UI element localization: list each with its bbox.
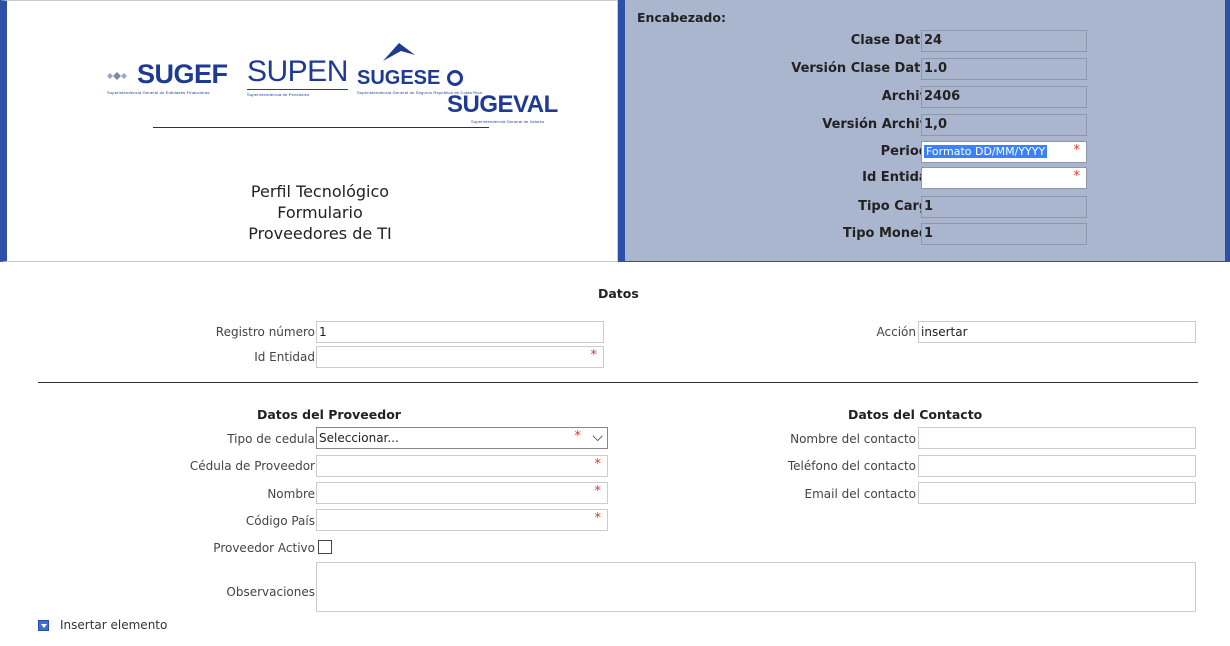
telefono-contacto-input[interactable] xyxy=(918,455,1196,477)
tipo-carga-row: Tipo Carga 1 xyxy=(625,196,1225,218)
tipo-cedula-label: Tipo de cedula xyxy=(227,432,315,446)
logo-divider xyxy=(153,127,489,128)
sugef-logo: SUGEF Superintendencia General de Entida… xyxy=(107,59,228,95)
encabezado-panel: Encabezado: Clase Datos 24 Versión Clase… xyxy=(618,0,1230,262)
logo-panel: SUGEF Superintendencia General de Entida… xyxy=(0,0,618,262)
id-entidad-input[interactable]: * xyxy=(316,346,604,368)
required-marker: * xyxy=(594,511,602,526)
email-contacto-label: Email del contacto xyxy=(804,487,916,501)
periodo-placeholder: Formato DD/MM/YYYY xyxy=(924,145,1048,158)
clase-datos-field: 24 xyxy=(921,30,1087,52)
required-marker: * xyxy=(1073,143,1081,158)
proveedor-activo-label: Proveedor Activo xyxy=(213,541,315,555)
form-title: Perfil Tecnológico Formulario Proveedore… xyxy=(248,182,392,243)
encabezado-label: Encabezado: xyxy=(637,10,726,25)
accion-input[interactable]: insertar xyxy=(918,321,1196,343)
sugese-bird-icon xyxy=(383,43,415,61)
required-marker: * xyxy=(594,457,602,472)
nombre-contacto-input[interactable] xyxy=(918,427,1196,449)
contacto-title: Datos del Contacto xyxy=(848,407,983,422)
institution-logos: SUGEF Superintendencia General de Entida… xyxy=(107,41,567,124)
tipo-moneda-row: Tipo Moneda 1 xyxy=(625,223,1225,245)
proveedor-activo-checkbox[interactable] xyxy=(318,540,332,554)
observaciones-textarea[interactable] xyxy=(316,562,1196,612)
nombre-label: Nombre xyxy=(267,487,315,501)
cedula-proveedor-label: Cédula de Proveedor xyxy=(189,459,315,473)
registro-numero-label: Registro número xyxy=(215,325,315,339)
periodo-input[interactable]: Formato DD/MM/YYYY * xyxy=(921,141,1087,163)
codigo-pais-label: Código País xyxy=(245,514,315,528)
email-contacto-input[interactable] xyxy=(918,482,1196,504)
chevron-down-icon: ⌵ xyxy=(592,429,603,445)
version-archivo-row: Versión Archivo 1,0 xyxy=(625,114,1225,136)
form-header: SUGEF Superintendencia General de Entida… xyxy=(0,0,1230,262)
tipo-carga-field: 1 xyxy=(921,196,1087,218)
tipo-moneda-field: 1 xyxy=(921,223,1087,245)
telefono-contacto-label: Teléfono del contacto xyxy=(787,459,916,473)
sugeval-logo: SUGEVAL Superintendencia General de Valo… xyxy=(447,63,567,124)
required-marker: * xyxy=(594,484,602,499)
observaciones-label: Observaciones xyxy=(226,585,315,599)
sugeval-emblem-icon xyxy=(447,69,463,86)
insertar-elemento-link[interactable]: Insertar elemento xyxy=(60,618,167,632)
codigo-pais-input[interactable]: * xyxy=(316,509,608,531)
required-marker: * xyxy=(590,348,598,363)
supen-logo: SUPEN Superintendencia de Pensiones xyxy=(247,55,348,97)
id-entidad-header-row: Id Entidad * xyxy=(625,167,1225,189)
tipo-cedula-select[interactable]: Seleccionar... * ⌵ xyxy=(316,427,608,449)
id-entidad-header-input[interactable]: * xyxy=(921,167,1087,189)
required-marker: * xyxy=(574,429,582,444)
periodo-row: Periodo Formato DD/MM/YYYY * xyxy=(625,141,1225,163)
section-divider xyxy=(38,382,1198,383)
version-clase-datos-row: Versión Clase Datos 1.0 xyxy=(625,58,1225,80)
cedula-proveedor-input[interactable]: * xyxy=(316,455,608,477)
nombre-input[interactable]: * xyxy=(316,482,608,504)
registro-numero-input[interactable]: 1 xyxy=(316,321,604,343)
required-marker: * xyxy=(1073,169,1081,184)
id-entidad-label: Id Entidad xyxy=(254,350,315,364)
version-archivo-field: 1,0 xyxy=(921,114,1087,136)
archivo-field: 2406 xyxy=(921,86,1087,108)
accion-label: Acción xyxy=(876,325,916,339)
version-clase-datos-field: 1.0 xyxy=(921,58,1087,80)
nombre-contacto-label: Nombre del contacto xyxy=(790,432,916,446)
archivo-row: Archivo 2406 xyxy=(625,86,1225,108)
clase-datos-row: Clase Datos 24 xyxy=(625,30,1225,52)
proveedor-title: Datos del Proveedor xyxy=(257,407,401,422)
datos-title: Datos xyxy=(598,286,639,301)
sugef-diamond-icon xyxy=(107,71,127,80)
insertar-arrow-icon[interactable] xyxy=(38,620,49,631)
